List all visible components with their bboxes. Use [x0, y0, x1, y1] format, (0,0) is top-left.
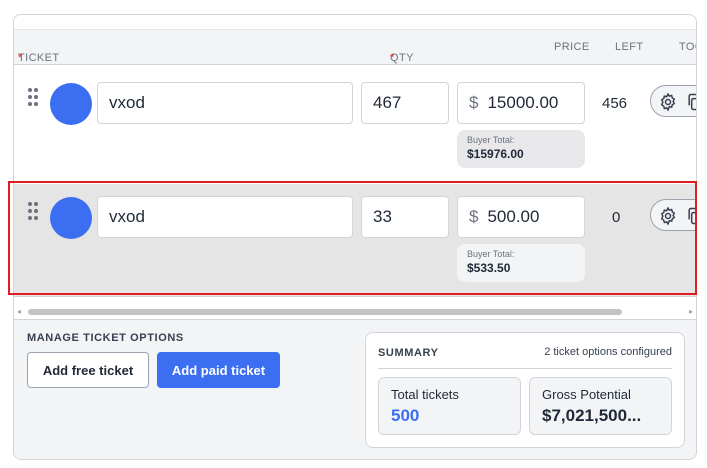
buyer-total-label: Buyer Total: — [467, 135, 515, 145]
buyer-total-value: $15976.00 — [467, 147, 524, 161]
bottom-panel: MANAGE TICKET OPTIONS Add free ticket Ad… — [14, 319, 696, 459]
tickets-left: 456 — [602, 95, 628, 112]
gear-icon[interactable] — [658, 92, 678, 112]
currency-symbol: $ — [469, 93, 479, 112]
total-tickets-stat: Total tickets 500 — [378, 377, 521, 435]
manage-ticket-options-title: MANAGE TICKET OPTIONS — [27, 332, 184, 344]
gear-icon[interactable] — [658, 206, 678, 226]
buyer-total-label: Buyer Total: — [467, 249, 515, 259]
ticket-name-input[interactable]: vxod — [97, 82, 353, 124]
copy-icon[interactable] — [685, 206, 697, 226]
ticket-name-input[interactable]: vxod — [97, 196, 353, 238]
buyer-total-box: Buyer Total: $15976.00 — [457, 130, 585, 168]
buyer-total-box: Buyer Total: $533.50 — [457, 244, 585, 282]
total-tickets-value: 500 — [391, 406, 420, 425]
scroll-right-icon[interactable]: ▸ — [689, 307, 693, 316]
price-value: 15000.00 — [487, 93, 559, 112]
ticket-price-input[interactable]: $500.00 — [457, 196, 585, 238]
price-value: 500.00 — [487, 207, 540, 226]
table-row: vxod 467 $15000.00 Buyer Total: $15976.0… — [14, 70, 697, 183]
ticket-qty-input[interactable]: 33 — [361, 196, 449, 238]
summary-title: SUMMARY — [378, 347, 439, 359]
summary-divider — [378, 368, 672, 369]
summary-panel: SUMMARY 2 ticket options configured Tota… — [365, 332, 685, 448]
currency-symbol: $ — [469, 207, 479, 226]
copy-icon[interactable] — [685, 92, 697, 112]
ticket-color-swatch[interactable] — [50, 197, 92, 239]
drag-handle-icon[interactable] — [28, 202, 40, 222]
drag-handle-icon[interactable] — [28, 88, 40, 108]
ticket-qty-input[interactable]: 467 — [361, 82, 449, 124]
total-tickets-label: Total tickets — [391, 387, 459, 402]
add-paid-ticket-button[interactable]: Add paid ticket — [157, 352, 280, 388]
ticket-price-input[interactable]: $15000.00 — [457, 82, 585, 124]
header-tools: TOO — [679, 41, 696, 53]
header-left: LEFT — [615, 41, 644, 53]
row-tools[interactable] — [650, 85, 697, 117]
ticket-card: TICKET* QTY* PRICE LEFT TOO vxod 467 $15… — [13, 14, 697, 460]
horizontal-scrollbar[interactable]: ◂ ▸ — [14, 305, 696, 319]
summary-configured-count: 2 ticket options configured — [544, 346, 672, 358]
scroll-left-icon[interactable]: ◂ — [17, 307, 21, 316]
table-row: vxod 33 $500.00 Buyer Total: $533.50 0 — [14, 184, 697, 297]
scrollbar-thumb[interactable] — [28, 309, 622, 315]
header-price: PRICE — [554, 41, 590, 53]
row-tools[interactable] — [650, 199, 697, 231]
ticket-color-swatch[interactable] — [50, 83, 92, 125]
table-header: TICKET* QTY* PRICE LEFT TOO — [14, 29, 696, 65]
gross-potential-stat: Gross Potential $7,021,500... — [529, 377, 672, 435]
gross-potential-label: Gross Potential — [542, 387, 631, 402]
gross-potential-value: $7,021,500... — [542, 406, 642, 425]
buyer-total-value: $533.50 — [467, 261, 511, 275]
add-free-ticket-button[interactable]: Add free ticket — [27, 352, 149, 388]
tickets-left: 0 — [612, 209, 621, 226]
